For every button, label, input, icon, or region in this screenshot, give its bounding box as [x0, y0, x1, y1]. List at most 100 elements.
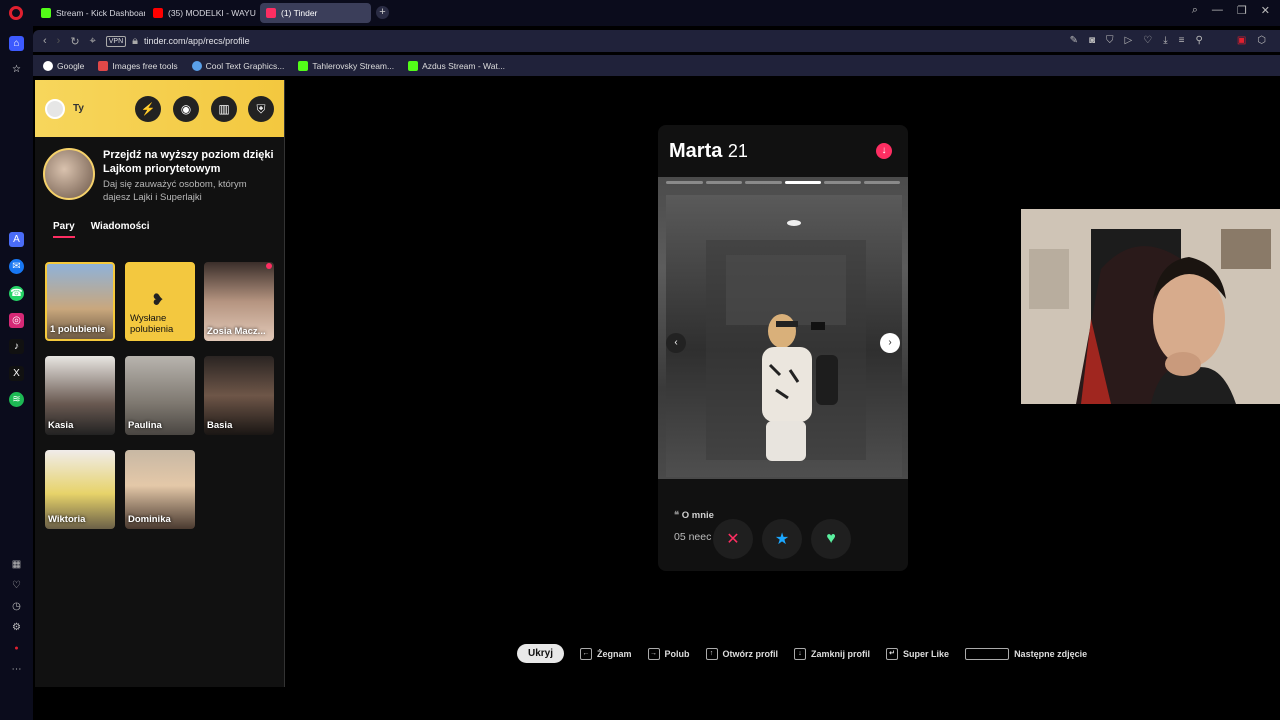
like-button[interactable]: ♥: [811, 519, 851, 559]
hearts-icon: ❥: [151, 292, 165, 309]
more-icon[interactable]: ⋯: [9, 662, 24, 677]
tab-label: Stream - Kick Dashboard: [56, 8, 145, 18]
opera-small-icon[interactable]: ●: [9, 641, 24, 656]
tab-label: (1) Tinder: [281, 8, 318, 18]
aria-icon[interactable]: A: [9, 232, 24, 247]
arrow-up-key-icon: ↑: [705, 647, 718, 660]
tinder-page: Ty ⚡ ◉ ▥ ⛨ Przejdź na wyższy poziom dzię…: [33, 78, 1280, 688]
youtube-icon: [153, 8, 163, 18]
explore-icon[interactable]: ◉: [173, 96, 199, 122]
x-icon[interactable]: X: [9, 366, 24, 381]
window-controls: ⌕ — ❐ ✕: [1192, 4, 1270, 17]
profile-card: Marta 21 ↓ ‹ › ❝ O mnie 05 neec: [658, 125, 908, 571]
nope-button[interactable]: ✕: [713, 519, 753, 559]
messenger-icon[interactable]: ✉: [9, 259, 24, 274]
arrow-left-key-icon: ←: [580, 647, 593, 660]
tiktok-icon[interactable]: ♪: [9, 339, 24, 354]
home-icon[interactable]: ⌂: [9, 36, 24, 51]
safety-shield-icon[interactable]: ⛨: [248, 96, 274, 122]
promo-subtitle: Daj się zauważyć osobom, którym dajesz L…: [103, 179, 247, 203]
reload-icon[interactable]: ↻: [70, 35, 79, 48]
extensions-icon[interactable]: ▣: [1237, 35, 1246, 46]
webcam-overlay: [1021, 209, 1280, 404]
match-card[interactable]: Dominika: [125, 450, 195, 529]
photo-bar: [784, 181, 821, 184]
likes-received-card[interactable]: 1 polubienie: [45, 262, 115, 341]
grid-icon[interactable]: ▦: [9, 557, 24, 572]
shortcut-like: → Polub: [647, 647, 690, 660]
match-card[interactable]: Wiktoria: [45, 450, 115, 529]
next-photo-button[interactable]: ›: [880, 333, 900, 353]
download-icon[interactable]: ⤓: [1163, 35, 1167, 46]
instagram-icon[interactable]: ◎: [9, 313, 24, 328]
super-like-button[interactable]: ★: [762, 519, 802, 559]
history-icon[interactable]: ◷: [9, 599, 24, 614]
bookmark-heart-icon[interactable]: ♡: [1143, 35, 1152, 46]
panel-header: Ty ⚡ ◉ ▥ ⛨: [35, 80, 284, 137]
tab-messages[interactable]: Wiadomości: [91, 221, 150, 238]
forward-icon[interactable]: ›: [57, 35, 61, 47]
profile-photo[interactable]: ‹ ›: [658, 177, 908, 479]
user-avatar[interactable]: [45, 98, 65, 119]
google-icon: [43, 60, 53, 71]
bookmarks-bar: Google Images free tools Cool Text Graph…: [33, 55, 1280, 76]
mirror-selfie-image: [706, 220, 866, 461]
address-bar: ‹ › ↻ ⌖ VPN 🔒︎ tinder.com/app/recs/profi…: [33, 30, 1280, 52]
tab-kick[interactable]: Stream - Kick Dashboard: [35, 3, 145, 23]
images-icon: [98, 60, 109, 71]
tab-youtube[interactable]: (35) MODELKI - WAYU: [147, 3, 257, 23]
match-card[interactable]: Kasia: [45, 356, 115, 435]
heart-icon[interactable]: ♡: [9, 578, 24, 593]
new-tab-button[interactable]: +: [376, 6, 389, 19]
bookmark-azdus[interactable]: Azdus Stream - Wat...: [408, 60, 505, 71]
quote-icon: ❝: [674, 510, 680, 521]
star-icon[interactable]: ☆: [9, 62, 24, 77]
sent-likes-card[interactable]: ❥ Wysłane polubienia: [125, 262, 195, 341]
tab-matches[interactable]: Pary: [53, 221, 75, 238]
match-card[interactable]: Basia: [204, 356, 274, 435]
photo-bar: [745, 181, 782, 184]
menu-icon[interactable]: ≡: [1179, 35, 1185, 46]
photo-bar: [824, 181, 861, 184]
matches-panel: Ty ⚡ ◉ ▥ ⛨ Przejdź na wyższy poziom dzię…: [35, 80, 285, 687]
opera-logo-icon[interactable]: [9, 6, 23, 20]
back-icon[interactable]: ‹: [43, 35, 47, 47]
cube-icon[interactable]: ⬡: [1257, 35, 1266, 46]
url-field[interactable]: tinder.com/app/recs/profile: [144, 36, 250, 46]
camera-icon[interactable]: ◙: [1089, 35, 1095, 46]
close-icon[interactable]: ✕: [1261, 4, 1270, 17]
priority-like-promo[interactable]: Przejdź na wyższy poziom dzięki Lajkom p…: [35, 137, 284, 219]
profile-icon[interactable]: ⚲: [1195, 35, 1202, 46]
vpn-badge[interactable]: VPN: [105, 35, 127, 47]
bookmark-cooltext[interactable]: Cool Text Graphics...: [191, 60, 284, 71]
play-icon[interactable]: ▷: [1125, 35, 1133, 46]
search-icon[interactable]: ⌕: [1192, 4, 1198, 17]
restore-icon[interactable]: ❐: [1237, 4, 1247, 17]
shield-icon[interactable]: ⛉: [1106, 35, 1114, 46]
bookmark-tahlerovsky[interactable]: Tahlerovsky Stream...: [298, 60, 394, 71]
match-card[interactable]: Zosia Macz...: [204, 262, 274, 341]
tab-label: (35) MODELKI - WAYU: [168, 8, 256, 18]
shortcut-nope: ← Żegnam: [580, 647, 632, 660]
kick-icon: [298, 60, 309, 71]
boost-icon[interactable]: ⚡: [135, 96, 161, 122]
hide-shortcuts-button[interactable]: Ukryj: [517, 644, 565, 663]
briefcase-icon[interactable]: ▥: [211, 96, 237, 122]
photo-bar: [863, 181, 900, 184]
tab-tinder[interactable]: (1) Tinder: [260, 3, 371, 23]
shortcut-super-like: ↵ Super Like: [886, 647, 949, 660]
bookmark-google[interactable]: Google: [43, 60, 84, 71]
bookmark-images[interactable]: Images free tools: [98, 60, 178, 71]
previous-photo-button[interactable]: ‹: [666, 333, 686, 353]
user-name[interactable]: Ty: [73, 103, 84, 114]
close-profile-icon[interactable]: ↓: [876, 143, 892, 159]
shortcut-next-photo: Następne zdjęcie: [965, 647, 1087, 660]
edit-icon[interactable]: ✎: [1070, 35, 1078, 46]
whatsapp-icon[interactable]: ☎: [9, 286, 24, 301]
keyboard-shortcuts: Ukryj ← Żegnam → Polub ↑ Otwórz profil ↓…: [517, 644, 1087, 663]
settings-icon[interactable]: ⚙: [9, 620, 24, 635]
match-card[interactable]: Paulina: [125, 356, 195, 435]
minimize-icon[interactable]: —: [1212, 4, 1223, 17]
promo-avatar: [43, 148, 95, 200]
spotify-icon[interactable]: ≋: [9, 392, 24, 407]
